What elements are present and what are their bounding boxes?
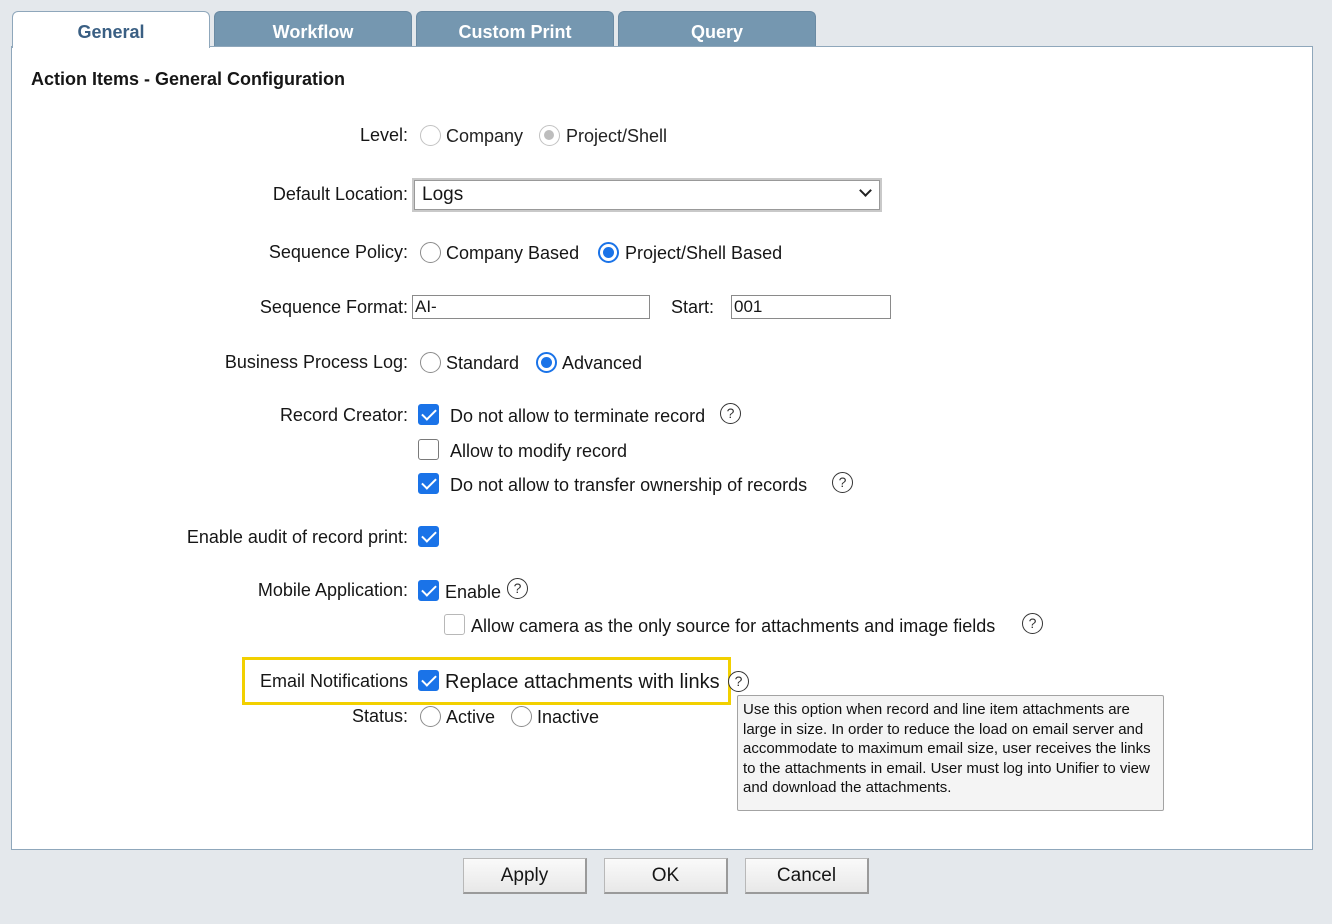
tab-workflow[interactable]: Workflow bbox=[214, 11, 412, 47]
start-input[interactable]: 001 bbox=[731, 295, 891, 319]
ok-button[interactable]: OK bbox=[604, 858, 728, 894]
no-terminate-label: Do not allow to terminate record bbox=[450, 406, 706, 426]
sequence-format-label: Sequence Format: bbox=[259, 297, 408, 317]
status-active-label: Active bbox=[446, 707, 496, 727]
sequence-format-input[interactable]: AI- bbox=[412, 295, 650, 319]
help-tooltip: Use this option when record and line ite… bbox=[737, 695, 1164, 811]
help-icon[interactable]: ? bbox=[832, 472, 853, 493]
status-label: Status: bbox=[351, 706, 408, 726]
level-company-radio[interactable] bbox=[420, 125, 441, 146]
apply-button[interactable]: Apply bbox=[463, 858, 587, 894]
help-icon[interactable]: ? bbox=[720, 403, 741, 424]
status-active-radio[interactable] bbox=[420, 706, 441, 727]
sequence-project-radio[interactable] bbox=[598, 242, 619, 263]
mobile-enable-checkbox[interactable] bbox=[418, 580, 439, 601]
sequence-company-radio[interactable] bbox=[420, 242, 441, 263]
allow-modify-label: Allow to modify record bbox=[450, 441, 628, 461]
start-label: Start: bbox=[671, 297, 715, 317]
default-location-label: Default Location: bbox=[272, 184, 408, 204]
default-location-select[interactable]: Logs bbox=[412, 178, 882, 212]
sequence-company-label: Company Based bbox=[446, 243, 580, 263]
help-icon[interactable]: ? bbox=[507, 578, 528, 599]
level-company-label: Company bbox=[446, 126, 524, 146]
page-title: Action Items - General Configuration bbox=[31, 69, 346, 89]
status-inactive-label: Inactive bbox=[537, 707, 600, 727]
bp-log-advanced-label: Advanced bbox=[562, 353, 643, 373]
cancel-button[interactable]: Cancel bbox=[745, 858, 869, 894]
email-notifications-label: Email Notifications bbox=[259, 671, 408, 691]
bp-log-standard-radio[interactable] bbox=[420, 352, 441, 373]
replace-attachments-label: Replace attachments with links bbox=[445, 671, 720, 693]
default-location-value: Logs bbox=[422, 184, 464, 205]
chevron-down-icon bbox=[859, 184, 872, 197]
sequence-policy-label: Sequence Policy: bbox=[268, 242, 408, 262]
tab-custom-print[interactable]: Custom Print bbox=[416, 11, 614, 47]
camera-only-checkbox[interactable] bbox=[444, 614, 465, 635]
level-project-radio[interactable] bbox=[539, 125, 560, 146]
camera-only-label: Allow camera as the only source for atta… bbox=[471, 616, 996, 636]
help-icon[interactable]: ? bbox=[728, 671, 749, 692]
mobile-enable-label: Enable bbox=[445, 582, 502, 602]
bp-log-standard-label: Standard bbox=[446, 353, 520, 373]
bp-log-label: Business Process Log: bbox=[224, 352, 408, 372]
allow-modify-checkbox[interactable] bbox=[418, 439, 439, 460]
mobile-label: Mobile Application: bbox=[257, 580, 408, 600]
replace-attachments-checkbox[interactable] bbox=[418, 670, 439, 691]
audit-checkbox[interactable] bbox=[418, 526, 439, 547]
audit-label: Enable audit of record print: bbox=[186, 527, 408, 547]
sequence-project-label: Project/Shell Based bbox=[625, 243, 783, 263]
no-transfer-label: Do not allow to transfer ownership of re… bbox=[450, 475, 808, 495]
help-icon[interactable]: ? bbox=[1022, 613, 1043, 634]
tab-general[interactable]: General bbox=[12, 11, 210, 48]
record-creator-label: Record Creator: bbox=[279, 405, 408, 425]
no-transfer-checkbox[interactable] bbox=[418, 473, 439, 494]
no-terminate-checkbox[interactable] bbox=[418, 404, 439, 425]
tab-query[interactable]: Query bbox=[618, 11, 816, 47]
status-inactive-radio[interactable] bbox=[511, 706, 532, 727]
bp-log-advanced-radio[interactable] bbox=[536, 352, 557, 373]
level-project-label: Project/Shell bbox=[566, 126, 668, 146]
level-label: Level: bbox=[359, 125, 408, 145]
